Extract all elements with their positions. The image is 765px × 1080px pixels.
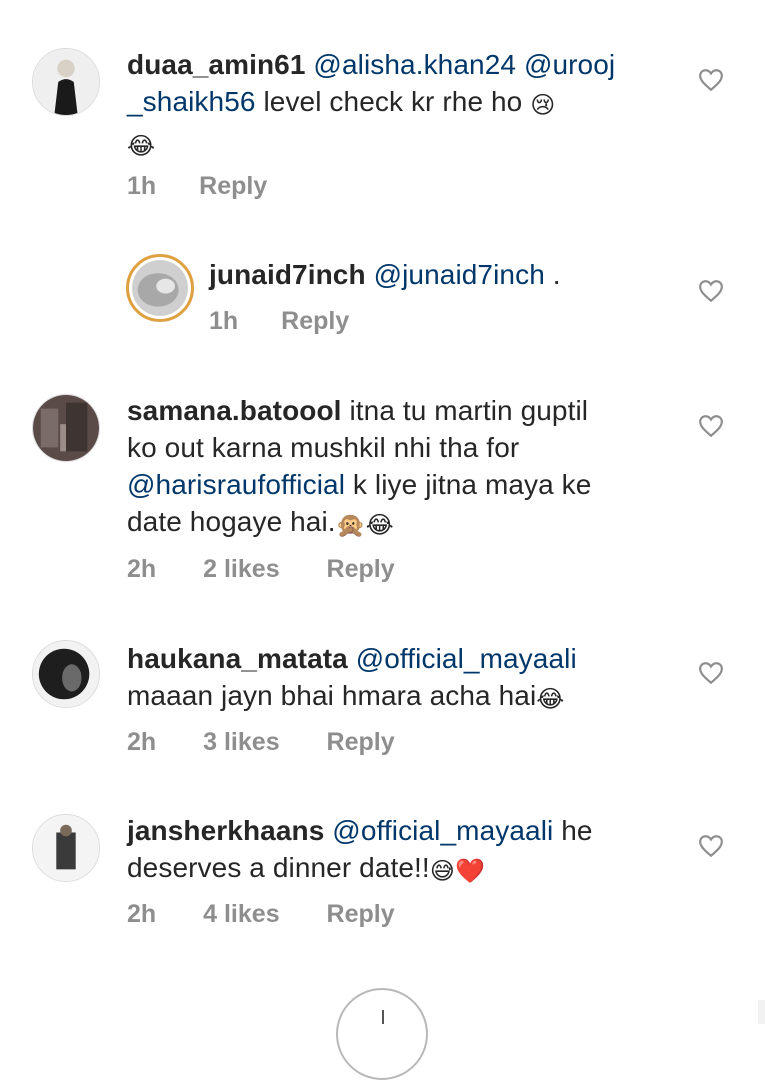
- comment-username[interactable]: junaid7inch: [209, 259, 366, 290]
- heart-outline-icon[interactable]: [698, 661, 724, 685]
- heart-outline-icon[interactable]: [698, 68, 724, 92]
- mention-link[interactable]: @urooj: [524, 49, 615, 80]
- reply-button[interactable]: Reply: [281, 307, 349, 336]
- comment-meta: 2h 4 likes Reply: [127, 900, 395, 929]
- comment-body: .: [552, 259, 561, 290]
- laughing-tears-emoji: 😂: [536, 686, 565, 713]
- comment-time: 2h: [127, 555, 157, 583]
- mention-link[interactable]: _shaikh56: [127, 86, 256, 117]
- heart-outline-icon[interactable]: [698, 834, 724, 858]
- comment-text: duaa_amin61 @alisha.khan24 @urooj _shaik…: [127, 46, 687, 165]
- red-heart-emoji: ❤️: [454, 858, 485, 885]
- comment-text: haukana_matata @official_mayaali maaan j…: [127, 640, 687, 718]
- load-more-button[interactable]: [336, 988, 428, 1080]
- mention-link[interactable]: @harisraufofficial: [127, 469, 345, 500]
- avatar[interactable]: [32, 394, 100, 462]
- crying-face-emoji: 😢: [530, 92, 556, 119]
- comment-username[interactable]: haukana_matata: [127, 643, 348, 674]
- avatar[interactable]: [126, 254, 194, 322]
- comment-username[interactable]: duaa_amin61: [127, 49, 306, 80]
- comment-meta: 1h Reply: [127, 172, 267, 201]
- comment-time: 2h: [127, 900, 157, 928]
- comment-body: he: [561, 815, 593, 846]
- comment-body: ko out karna mushkil nhi tha for: [127, 432, 520, 463]
- mention-link[interactable]: @alisha.khan24: [313, 49, 516, 80]
- comment-username[interactable]: jansherkhaans: [127, 815, 324, 846]
- comment-body: deserves a dinner date!!: [127, 852, 430, 883]
- comment-text: samana.batoool itna tu martin guptil ko …: [127, 392, 687, 544]
- comment-time: 1h: [209, 307, 239, 335]
- comment-username[interactable]: samana.batoool: [127, 395, 342, 426]
- avatar[interactable]: [32, 640, 100, 708]
- mention-link[interactable]: @official_mayaali: [332, 815, 553, 846]
- heart-outline-icon[interactable]: [698, 279, 724, 303]
- comment-time: 1h: [127, 172, 157, 200]
- likes-count[interactable]: 4 likes: [203, 900, 279, 929]
- avatar[interactable]: [32, 48, 100, 116]
- comment-meta: 1h Reply: [209, 307, 349, 336]
- comment-body: date hogaye hai.: [127, 506, 336, 537]
- avatar[interactable]: [32, 814, 100, 882]
- comment-text: jansherkhaans @official_mayaali he deser…: [127, 812, 687, 890]
- plus-circle-icon: [382, 1010, 384, 1024]
- reply-button[interactable]: Reply: [327, 728, 395, 757]
- comment-body: itna tu martin guptil: [349, 395, 589, 426]
- comment-meta: 2h 3 likes Reply: [127, 728, 395, 757]
- mention-link[interactable]: @official_mayaali: [356, 643, 577, 674]
- laughing-tears-emoji: 😂: [365, 512, 394, 539]
- comment-body: level check kr rhe ho: [263, 86, 523, 117]
- sweat-smile-emoji: 😅: [429, 858, 455, 885]
- likes-count[interactable]: 2 likes: [203, 555, 279, 584]
- comment-meta: 2h 2 likes Reply: [127, 555, 395, 584]
- comment-body: maaan jayn bhai hmara acha hai: [127, 680, 537, 711]
- speak-no-evil-monkey-emoji: 🙊: [335, 512, 366, 539]
- comment-time: 2h: [127, 728, 157, 756]
- reply-button[interactable]: Reply: [199, 172, 267, 201]
- reply-button[interactable]: Reply: [327, 555, 395, 584]
- mention-link[interactable]: @junaid7inch: [374, 259, 545, 290]
- likes-count[interactable]: 3 likes: [203, 728, 279, 757]
- reply-button[interactable]: Reply: [327, 900, 395, 929]
- comment-text: junaid7inch @junaid7inch .: [209, 256, 689, 293]
- laughing-tears-emoji: 😂: [127, 133, 156, 160]
- comment-body: k liye jitna maya ke: [352, 469, 592, 500]
- heart-outline-icon[interactable]: [698, 414, 724, 438]
- scroll-edge: [758, 1000, 765, 1024]
